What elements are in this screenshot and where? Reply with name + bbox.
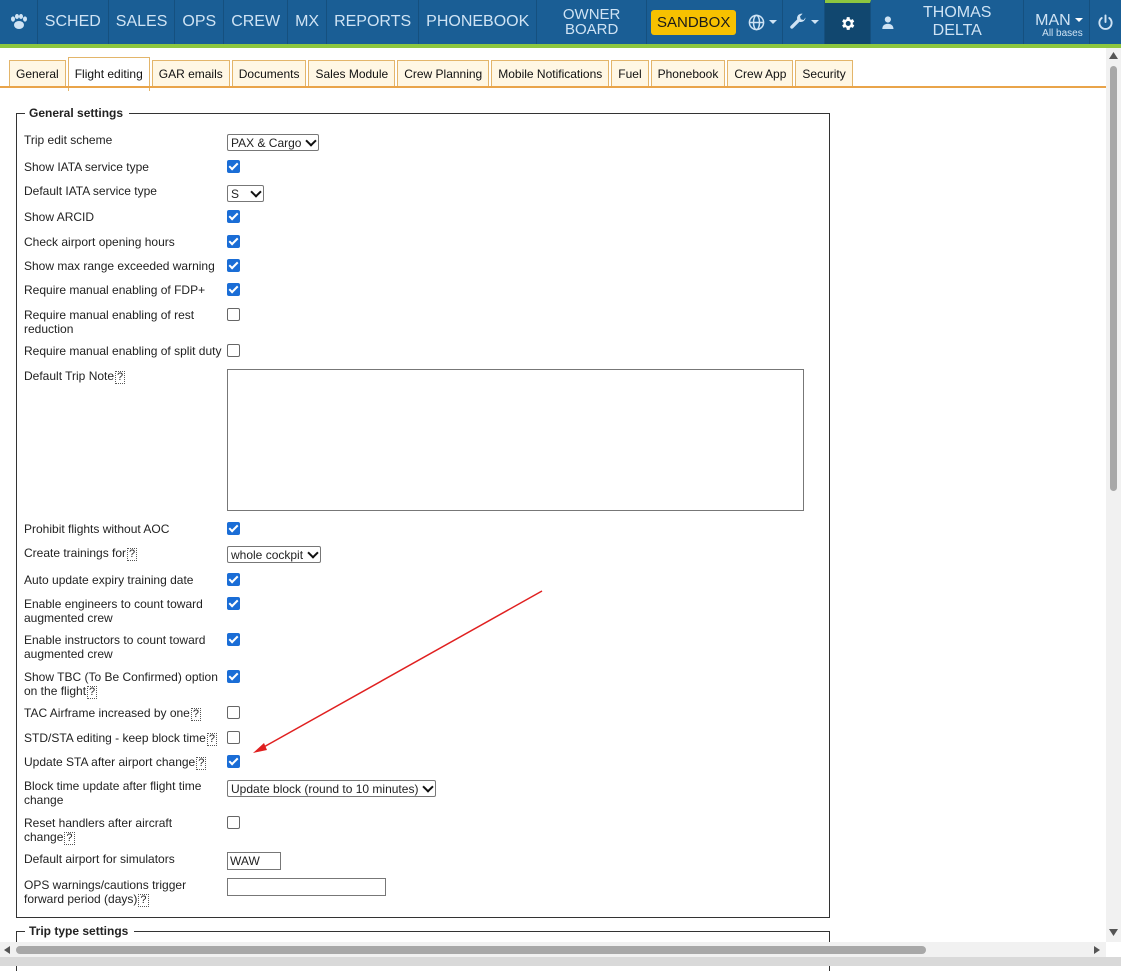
annotation-arrow	[253, 590, 543, 753]
vertical-scrollbar[interactable]	[1106, 48, 1121, 942]
vertical-scroll-thumb[interactable]	[1110, 66, 1117, 491]
scroll-up-icon[interactable]	[1109, 52, 1118, 59]
bottom-strip	[0, 957, 1121, 966]
scroll-down-icon[interactable]	[1109, 929, 1118, 936]
horizontal-scrollbar[interactable]	[0, 942, 1106, 957]
horizontal-scroll-thumb[interactable]	[16, 946, 926, 954]
scroll-left-icon[interactable]	[4, 946, 10, 954]
scroll-right-icon[interactable]	[1094, 946, 1100, 954]
